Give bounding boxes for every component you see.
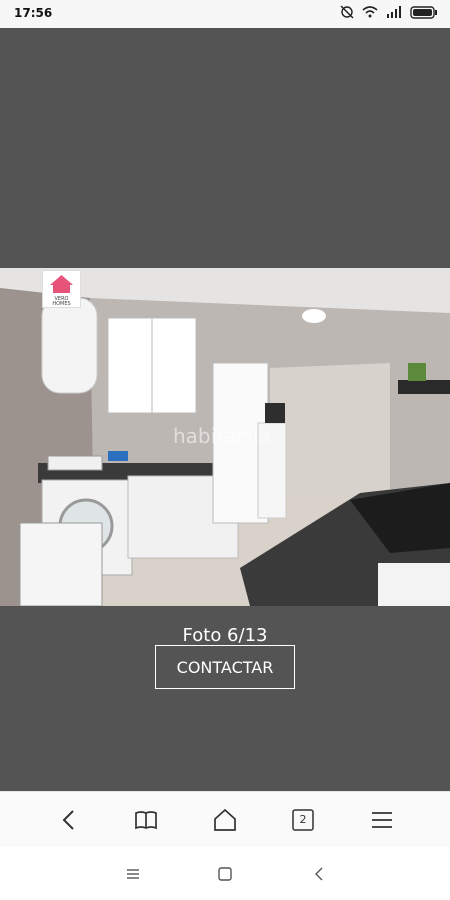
chevron-left-icon — [62, 810, 74, 830]
battery-icon — [410, 5, 437, 19]
svg-text:HOMES: HOMES — [52, 301, 70, 307]
home-button[interactable] — [207, 804, 243, 836]
home-icon — [214, 808, 236, 831]
bookmarks-button[interactable] — [128, 804, 164, 836]
square-icon — [218, 867, 232, 881]
system-home-button[interactable] — [212, 861, 238, 887]
system-back-button[interactable] — [306, 861, 332, 887]
book-icon — [135, 811, 157, 830]
signal-icon — [387, 6, 401, 18]
back-button[interactable] — [50, 804, 86, 836]
menu-lines-icon — [127, 869, 139, 879]
status-icons — [340, 5, 438, 19]
tabs-button[interactable]: 2 — [285, 804, 321, 836]
contact-button[interactable]: CONTACTAR — [155, 645, 295, 689]
recents-button[interactable] — [120, 861, 146, 887]
watermark: habitaclia — [173, 424, 271, 448]
browser-toolbar: 2 — [0, 791, 450, 848]
system-nav-bar — [0, 847, 450, 900]
back-arrow-icon — [315, 867, 323, 881]
photo-counter: Foto 6/13 — [182, 625, 268, 646]
menu-icon — [372, 812, 392, 828]
agency-logo: VERO HOMES — [42, 270, 81, 308]
gallery-photo[interactable]: VERO HOMES habitaclia — [0, 268, 450, 606]
menu-button[interactable] — [364, 804, 400, 836]
tab-count: 2 — [299, 813, 307, 826]
status-bar: 17:56 — [0, 0, 450, 28]
alarm-off-icon — [340, 5, 354, 19]
wifi-icon — [362, 6, 378, 18]
clock: 17:56 — [14, 6, 53, 20]
